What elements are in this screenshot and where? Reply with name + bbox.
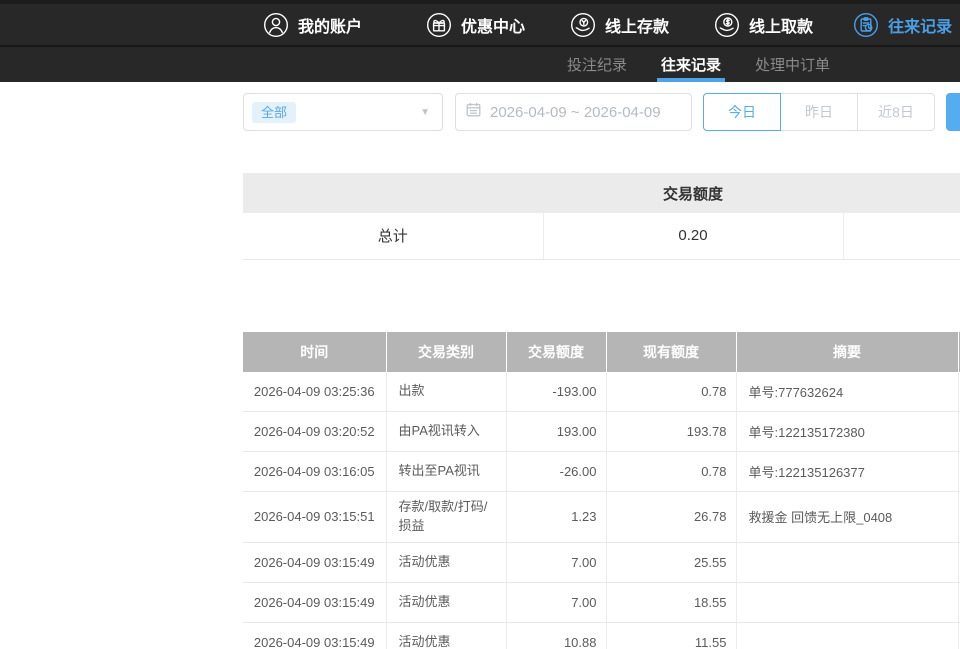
nav-label: 我的账户 <box>298 13 362 37</box>
col-header-time: 时间 <box>243 332 386 372</box>
table-row: 2026-04-09 03:15:49活动优惠10.8811.55 <box>243 622 960 649</box>
cell-balance: 18.55 <box>606 582 736 622</box>
nav-online-withdraw[interactable]: 线上取款 <box>714 12 813 38</box>
cell-amount: 7.00 <box>506 582 606 622</box>
cell-type: 由PA视讯转入 <box>386 412 506 452</box>
main-content: 全部 ▼ 2026-04-09 ~ 2026-04-09 今日 昨日 近8日 <box>243 93 960 649</box>
summary-header-cut <box>843 173 960 213</box>
summary-header-amount: 交易额度 <box>543 173 843 213</box>
cell-note: 单号:777632624 <box>736 372 958 412</box>
transactions-table: 时间 交易类别 交易额度 现有额度 摘要 2026-04-09 03:25:36… <box>243 332 960 649</box>
table-row: 2026-04-09 03:15:49活动优惠7.0018.55 <box>243 582 960 622</box>
selected-type-tag: 全部 <box>252 102 296 123</box>
transactions-tbody: 2026-04-09 03:25:36出款-193.000.78单号:77763… <box>243 372 960 649</box>
cell-time: 2026-04-09 03:15:49 <box>243 622 386 649</box>
nav-label: 优惠中心 <box>461 13 525 37</box>
col-header-amount: 交易额度 <box>506 332 606 372</box>
cell-time: 2026-04-09 03:15:49 <box>243 582 386 622</box>
cell-note <box>736 582 958 622</box>
nav-transaction-records[interactable]: 往来记录 <box>853 12 952 38</box>
summary-total-cut <box>843 213 960 259</box>
chevron-down-icon: ▼ <box>420 107 430 118</box>
date-range-input[interactable]: 2026-04-09 ~ 2026-04-09 <box>455 93 692 131</box>
nav-online-deposit[interactable]: 线上存款 <box>570 12 669 38</box>
cell-type: 活动优惠 <box>386 622 506 649</box>
records-icon <box>853 12 879 38</box>
table-row: 2026-04-09 03:25:36出款-193.000.78单号:77763… <box>243 372 960 412</box>
col-header-balance: 现有额度 <box>606 332 736 372</box>
quick-date-button-group: 今日 昨日 近8日 <box>703 93 935 131</box>
cell-amount: 193.00 <box>506 412 606 452</box>
gift-icon <box>426 12 452 38</box>
table-row: 2026-04-09 03:16:05转出至PA视讯-26.000.78单号:1… <box>243 452 960 492</box>
top-nav-items: 我的账户 优惠中心 <box>0 12 952 38</box>
col-header-note: 摘要 <box>736 332 958 372</box>
summary-total-label: 总计 <box>243 213 543 259</box>
filter-row: 全部 ▼ 2026-04-09 ~ 2026-04-09 今日 昨日 近8日 <box>243 93 960 131</box>
cell-time: 2026-04-09 03:25:36 <box>243 372 386 412</box>
summary-header-row: 交易额度 <box>243 173 960 213</box>
nav-label: 线上存款 <box>605 13 669 37</box>
cell-amount: -193.00 <box>506 372 606 412</box>
cell-time: 2026-04-09 03:15:49 <box>243 542 386 582</box>
cell-type: 活动优惠 <box>386 542 506 582</box>
cell-balance: 0.78 <box>606 372 736 412</box>
transaction-type-select[interactable]: 全部 ▼ <box>243 93 443 131</box>
sub-navbar: 投注纪录 往来记录 处理中订单 <box>0 45 960 82</box>
table-row: 2026-04-09 03:15:49活动优惠7.0025.55 <box>243 542 960 582</box>
cell-note: 救援金 回馈无上限_0408 <box>736 492 958 543</box>
cell-balance: 26.78 <box>606 492 736 543</box>
cell-type: 存款/取款/打码/损益 <box>386 492 506 543</box>
cell-note <box>736 542 958 582</box>
cell-amount: 7.00 <box>506 542 606 582</box>
cell-amount: 1.23 <box>506 492 606 543</box>
summary-total-row: 总计 0.20 <box>243 213 960 259</box>
cell-balance: 193.78 <box>606 412 736 452</box>
cell-note <box>736 622 958 649</box>
summary-header-spacer <box>243 173 543 213</box>
deposit-icon <box>570 12 596 38</box>
cell-amount: -26.00 <box>506 452 606 492</box>
summary-table: 交易额度 总计 0.20 <box>243 173 960 260</box>
cell-time: 2026-04-09 03:16:05 <box>243 452 386 492</box>
cell-time: 2026-04-09 03:15:51 <box>243 492 386 543</box>
cell-note: 单号:122135126377 <box>736 452 958 492</box>
last-8-days-button[interactable]: 近8日 <box>857 93 935 131</box>
cell-type: 活动优惠 <box>386 582 506 622</box>
cell-balance: 11.55 <box>606 622 736 649</box>
nav-label: 线上取款 <box>749 13 813 37</box>
cell-amount: 10.88 <box>506 622 606 649</box>
cell-balance: 0.78 <box>606 452 736 492</box>
today-button[interactable]: 今日 <box>703 93 781 131</box>
table-row: 2026-04-09 03:15:51存款/取款/打码/损益1.2326.78救… <box>243 492 960 543</box>
search-button[interactable] <box>946 93 960 131</box>
cell-balance: 25.55 <box>606 542 736 582</box>
tab-transaction-records[interactable]: 往来记录 <box>659 47 723 82</box>
withdraw-icon <box>714 12 740 38</box>
cell-note: 单号:122135172380 <box>736 412 958 452</box>
nav-label: 往来记录 <box>888 13 952 37</box>
tab-betting-records[interactable]: 投注纪录 <box>565 47 629 82</box>
yesterday-button[interactable]: 昨日 <box>780 93 858 131</box>
cell-type: 出款 <box>386 372 506 412</box>
summary-total-value: 0.20 <box>543 213 843 259</box>
nav-promotions[interactable]: 优惠中心 <box>426 12 525 38</box>
date-range-value: 2026-04-09 ~ 2026-04-09 <box>490 104 661 121</box>
calendar-icon <box>466 102 481 122</box>
transactions-header-row: 时间 交易类别 交易额度 现有额度 摘要 <box>243 332 960 372</box>
table-row: 2026-04-09 03:20:52由PA视讯转入193.00193.78单号… <box>243 412 960 452</box>
cell-time: 2026-04-09 03:20:52 <box>243 412 386 452</box>
tab-processing-orders[interactable]: 处理中订单 <box>753 47 832 82</box>
col-header-type: 交易类别 <box>386 332 506 372</box>
user-icon <box>263 12 289 38</box>
nav-my-account[interactable]: 我的账户 <box>263 12 362 38</box>
top-navbar: 我的账户 优惠中心 <box>0 0 960 45</box>
cell-type: 转出至PA视讯 <box>386 452 506 492</box>
